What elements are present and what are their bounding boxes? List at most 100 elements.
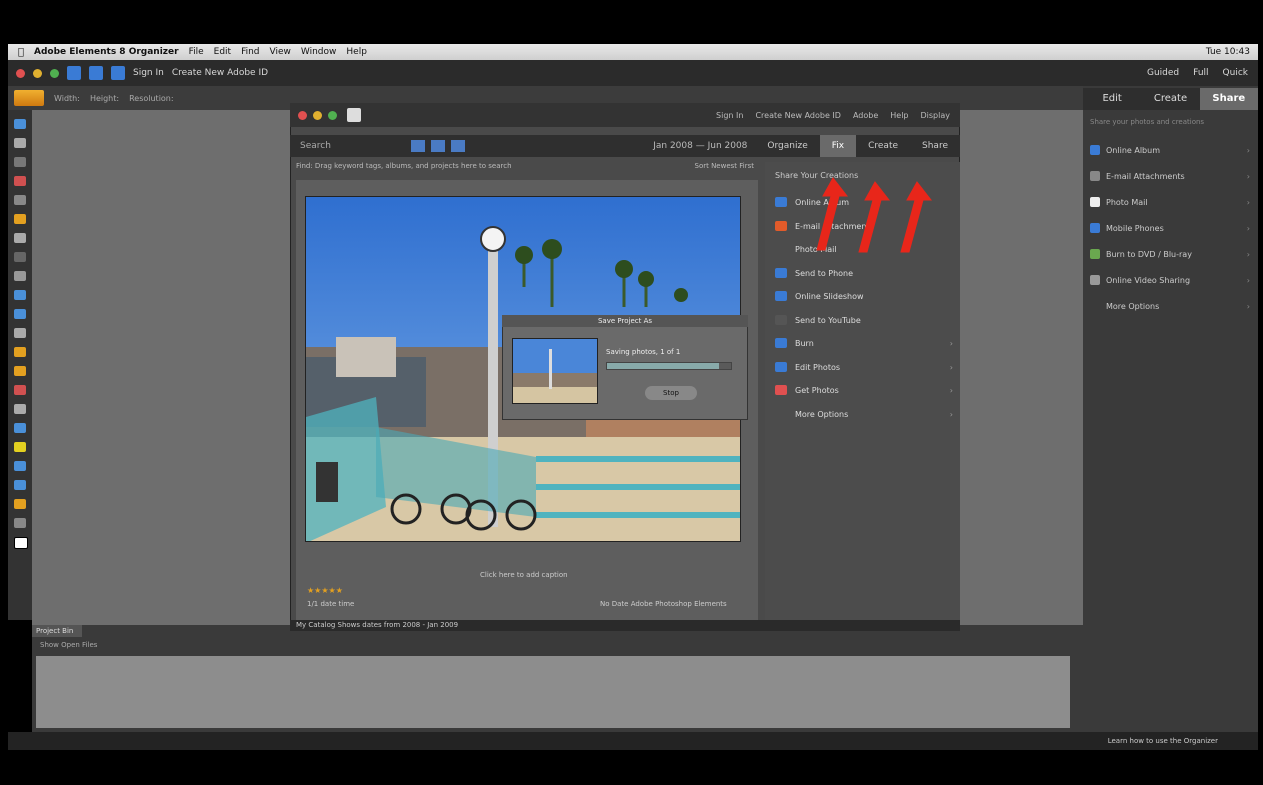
task-panel-item[interactable]: Photo Mail › [1090,192,1250,212]
share-option-icon [775,291,787,301]
brush-tool-icon[interactable] [14,404,26,414]
task-panel-item[interactable]: Online Video Sharing › [1090,270,1250,290]
project-bin-tab[interactable]: Project Bin [32,625,82,637]
lasso-tool-icon[interactable] [14,214,26,224]
tab-org-share[interactable]: Share [910,135,960,157]
org-adobe[interactable]: Adobe [853,111,878,120]
mode-quick[interactable]: Quick [1223,68,1248,78]
menu-window[interactable]: Window [301,47,337,57]
tab-fix[interactable]: Fix [819,135,857,157]
caption-field[interactable]: Click here to add caption [480,571,568,579]
menu-view[interactable]: View [270,47,291,57]
tab-organize[interactable]: Organize [755,135,819,157]
menu-help[interactable]: Help [346,47,367,57]
tab-org-create[interactable]: Create [856,135,910,157]
red-arrow-2 [858,181,891,253]
close-window-icon[interactable] [16,68,25,78]
photo-info: No Date Adobe Photoshop Elements [600,600,727,608]
pencil-tool-icon[interactable] [14,385,26,395]
marquee-tool-icon[interactable] [14,195,26,205]
stop-button[interactable]: Stop [645,386,697,400]
signin-link[interactable]: Sign In [133,68,164,78]
minimize-icon[interactable] [313,110,322,120]
date-view-icon[interactable] [450,140,465,152]
task-panel-item[interactable]: More Options › [1090,296,1250,316]
dialog-title: Save Project As [502,315,748,327]
hand-tool-icon[interactable] [14,157,26,167]
shape-tool-icon[interactable] [14,480,26,490]
healing-brush-tool-icon[interactable] [14,328,26,338]
share-option[interactable]: Send to Phone [775,262,953,284]
save-file-icon[interactable] [111,66,125,80]
task-panel-item[interactable]: Mobile Phones › [1090,218,1250,238]
eraser-tool-icon[interactable] [14,366,26,376]
share-option[interactable]: Get Photos › [775,379,953,401]
task-panel-item[interactable]: E-mail Attachments › [1090,166,1250,186]
selection-brush-tool-icon[interactable] [14,252,26,262]
crop-tool-icon[interactable] [14,290,26,300]
task-panel-item[interactable]: Online Album › [1090,140,1250,160]
project-bin-area [36,656,1070,728]
single-view-icon[interactable] [430,140,445,152]
thumbnail-image [513,339,597,403]
option-width[interactable]: Width: [54,94,80,103]
new-file-icon[interactable] [67,66,81,80]
paint-bucket-tool-icon[interactable] [14,442,26,452]
menu-edit[interactable]: Edit [214,47,231,57]
grid-view-icon[interactable] [410,140,425,152]
share-option[interactable]: More Options › [775,403,953,425]
clone-stamp-tool-icon[interactable] [14,347,26,357]
close-icon[interactable] [298,110,307,120]
share-option[interactable]: Send to YouTube [775,309,953,331]
mode-full[interactable]: Full [1193,68,1208,78]
menu-find[interactable]: Find [241,47,259,57]
red-eye-tool-icon[interactable] [14,309,26,319]
create-id-link[interactable]: Create New Adobe ID [172,68,268,78]
search-field[interactable]: Search [300,141,331,151]
task-item-icon [1090,171,1100,181]
menu-file[interactable]: File [189,47,204,57]
task-item-label: Photo Mail [1106,197,1148,207]
app-menu[interactable]: Adobe Elements 8 Organizer [34,47,179,57]
zoom-window-icon[interactable] [50,68,59,78]
magic-wand-tool-icon[interactable] [14,233,26,243]
move-tool-icon[interactable] [14,119,26,129]
show-open-files-select[interactable]: Show Open Files [40,641,97,649]
gradient-tool-icon[interactable] [14,461,26,471]
minimize-window-icon[interactable] [33,68,42,78]
task-panel-subtitle: Share your photos and creations [1090,118,1205,126]
color-swatch-icon[interactable] [14,537,28,549]
eyedropper-tool-icon[interactable] [14,176,26,186]
share-option-icon [775,197,787,207]
sort-select[interactable]: Sort Newest First [695,162,755,170]
sponge-tool-icon[interactable] [14,499,26,509]
share-option[interactable]: Burn › [775,332,953,354]
zoom-icon[interactable] [328,110,337,120]
share-option[interactable]: Online Slideshow [775,285,953,307]
option-height[interactable]: Height: [90,94,119,103]
tab-create[interactable]: Create [1141,88,1200,110]
task-item-icon [1090,145,1100,155]
open-file-icon[interactable] [89,66,103,80]
star-rating[interactable]: ★★★★★ [307,586,343,595]
option-resolution[interactable]: Resolution: [129,94,174,103]
type-tool-icon[interactable] [14,271,26,281]
share-option[interactable]: Edit Photos › [775,356,953,378]
zoom-tool-icon[interactable] [14,138,26,148]
tab-edit[interactable]: Edit [1083,88,1142,110]
task-panel-item[interactable]: Burn to DVD / Blu-ray › [1090,244,1250,264]
org-display[interactable]: Display [921,111,951,120]
blur-tool-icon[interactable] [14,518,26,528]
mode-guided[interactable]: Guided [1147,68,1179,78]
progress-bar [606,362,732,370]
org-help[interactable]: Help [890,111,908,120]
org-signin[interactable]: Sign In [716,111,743,120]
task-item-label: Online Album [1106,145,1160,155]
apple-menu-icon[interactable]:  [18,47,24,58]
active-tool-icon[interactable] [14,90,44,106]
chevron-right-icon: › [949,409,953,419]
org-create-id[interactable]: Create New Adobe ID [755,111,840,120]
status-text: Learn how to use the Organizer [1107,737,1218,745]
tab-share[interactable]: Share [1199,88,1258,110]
smart-brush-tool-icon[interactable] [14,423,26,433]
